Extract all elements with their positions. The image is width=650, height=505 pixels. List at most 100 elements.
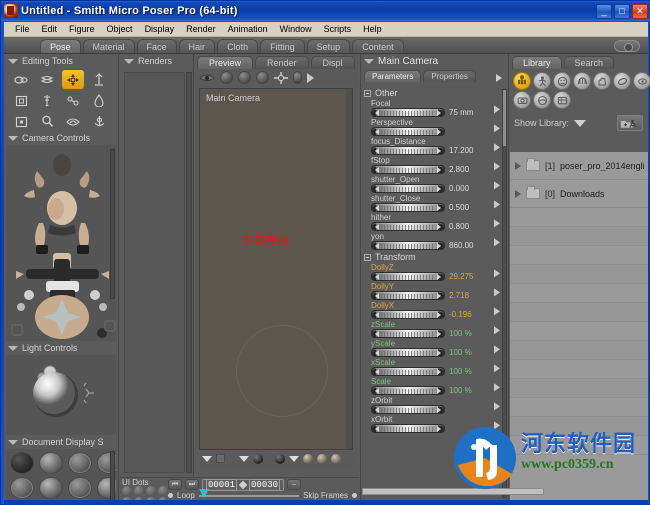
library-category-scenes[interactable] [553, 91, 571, 109]
menu-figure[interactable]: Figure [63, 24, 101, 34]
total-frames-field[interactable]: 00030 [249, 478, 281, 491]
view-magnet-tool-button[interactable] [62, 112, 84, 131]
light-controls-header[interactable]: Light Controls [4, 341, 118, 355]
play-arrow-icon[interactable] [307, 72, 314, 83]
param-dollyz-arrow-icon[interactable] [494, 268, 500, 277]
param-dollyx[interactable]: DollyX -0.196 [361, 301, 508, 320]
document-display-header[interactable]: Document Display S [4, 435, 118, 449]
direct-manipulation-tool-button[interactable] [88, 112, 110, 131]
param-shutter-open-dial[interactable] [371, 184, 445, 193]
room-tab-face[interactable]: Face [136, 39, 177, 53]
renders-scrollbar[interactable] [186, 72, 192, 473]
grouping-tool-button[interactable] [62, 91, 84, 110]
camera-figure-widget[interactable] [6, 145, 116, 341]
skip-frames-toggle[interactable] [352, 493, 357, 498]
param-xscale-arrow-icon[interactable] [494, 363, 500, 372]
menu-animation[interactable]: Animation [222, 24, 274, 34]
param-focus-distance[interactable]: focus_Distance 17.200 [361, 137, 508, 156]
param-dollyx-dial[interactable] [371, 310, 445, 319]
chevron-down-icon-vp2[interactable] [239, 455, 249, 462]
maximize-button[interactable]: □ [614, 3, 630, 19]
shading-preview-2[interactable] [275, 453, 285, 464]
menu-help[interactable]: Help [357, 24, 388, 34]
library-category-hair[interactable] [573, 72, 591, 90]
param-yon-arrow-icon[interactable] [494, 237, 500, 246]
scale-tool-button[interactable] [88, 70, 110, 89]
room-tab-material[interactable]: Material [82, 39, 135, 53]
param-perspective[interactable]: Perspective [361, 118, 508, 137]
animation-timeline-slider[interactable] [198, 488, 300, 498]
param-zscale-dial[interactable] [371, 329, 445, 338]
param-yon-dial[interactable] [371, 241, 445, 250]
display-style-wireframe[interactable] [68, 452, 92, 474]
tab-search[interactable]: Search [563, 56, 615, 69]
library-category-poses[interactable] [533, 72, 551, 90]
library-category-expressions[interactable] [553, 72, 571, 90]
viewport-tab-render[interactable]: Render [255, 56, 309, 69]
hand-icon[interactable] [220, 71, 233, 84]
param-zorbit[interactable]: zOrbit [361, 396, 508, 415]
expand-arrow-icon[interactable] [515, 189, 521, 198]
loop-toggle[interactable] [168, 493, 173, 498]
param-xorbit-arrow-icon[interactable] [494, 420, 500, 429]
display-style-outline[interactable] [39, 452, 63, 474]
morph-tool-button[interactable] [10, 112, 32, 131]
display-style-silhouette[interactable] [10, 452, 34, 474]
param-scale[interactable]: Scale 100 % [361, 377, 508, 396]
library-horizontal-scrollbar[interactable] [362, 488, 544, 495]
library-category-cameras[interactable] [513, 91, 531, 109]
light-ball-widget[interactable] [6, 355, 116, 435]
param-yscale-dial[interactable] [371, 348, 445, 357]
viewport-canvas[interactable]: Main Camera 安装完成 [199, 88, 353, 450]
color-tool-button[interactable] [36, 91, 58, 110]
param-group-transform[interactable]: Transform [361, 251, 508, 263]
param-shutter-open-arrow-icon[interactable] [494, 180, 500, 189]
renders-header[interactable]: Renders [120, 54, 193, 68]
display-style-flat-lined[interactable] [68, 477, 92, 499]
camera-controls-scrollbar[interactable] [110, 149, 115, 299]
param-zscale-arrow-icon[interactable] [494, 325, 500, 334]
ui-dot[interactable] [146, 486, 156, 496]
param-dollyz[interactable]: DollyZ 29.275 [361, 263, 508, 282]
param-yscale[interactable]: yScale 100 % [361, 339, 508, 358]
param-group-other[interactable]: Other [361, 87, 508, 99]
tab-library[interactable]: Library [512, 56, 562, 69]
library-category-props[interactable] [613, 72, 631, 90]
expand-arrow-icon[interactable] [515, 161, 521, 170]
first-frame-button[interactable]: ⏮ [168, 479, 182, 490]
room-tab-setup[interactable]: Setup [306, 39, 351, 53]
param-xscale-dial[interactable] [371, 367, 445, 376]
menu-scripts[interactable]: Scripts [318, 24, 358, 34]
capsule-icon[interactable] [293, 71, 302, 84]
param-focus-distance-arrow-icon[interactable] [494, 142, 500, 151]
collapse-animation-button[interactable]: – [287, 479, 302, 490]
parameters-scrollbar[interactable] [502, 89, 507, 498]
library-category-materials[interactable] [533, 91, 551, 109]
library-list-item[interactable]: [0] Downloads [510, 180, 648, 208]
room-tab-pose[interactable]: Pose [40, 39, 81, 53]
shading-preview-3[interactable] [303, 453, 313, 464]
param-hither-dial[interactable] [371, 222, 445, 231]
shading-preview-1[interactable] [253, 453, 263, 464]
param-yon[interactable]: yon 860.00 [361, 232, 508, 251]
param-perspective-arrow-icon[interactable] [494, 123, 500, 132]
param-dollyy-arrow-icon[interactable] [494, 287, 500, 296]
param-perspective-dial[interactable] [371, 127, 445, 136]
parameters-menu-arrow-icon[interactable] [496, 74, 502, 82]
menu-window[interactable]: Window [274, 24, 318, 34]
light-controls-panel[interactable] [6, 355, 116, 435]
collapse-icon-other[interactable] [364, 89, 371, 97]
param-focal[interactable]: Focal 75 mm [361, 99, 508, 118]
ring-icon[interactable] [256, 71, 269, 84]
camera-controls-panel[interactable] [6, 145, 116, 341]
param-focus-distance-dial[interactable] [371, 146, 445, 155]
document-display-scrollbar[interactable] [110, 451, 115, 505]
viewport-layout-button[interactable] [216, 454, 225, 463]
chevron-down-icon-vp3[interactable] [289, 455, 299, 462]
tab-properties[interactable]: Properties [423, 70, 476, 82]
sphere-icon[interactable] [238, 71, 251, 84]
param-dollyy[interactable]: DollyY 2.718 [361, 282, 508, 301]
param-scale-arrow-icon[interactable] [494, 382, 500, 391]
room-tab-hair[interactable]: Hair [178, 39, 216, 53]
param-dollyy-dial[interactable] [371, 291, 445, 300]
